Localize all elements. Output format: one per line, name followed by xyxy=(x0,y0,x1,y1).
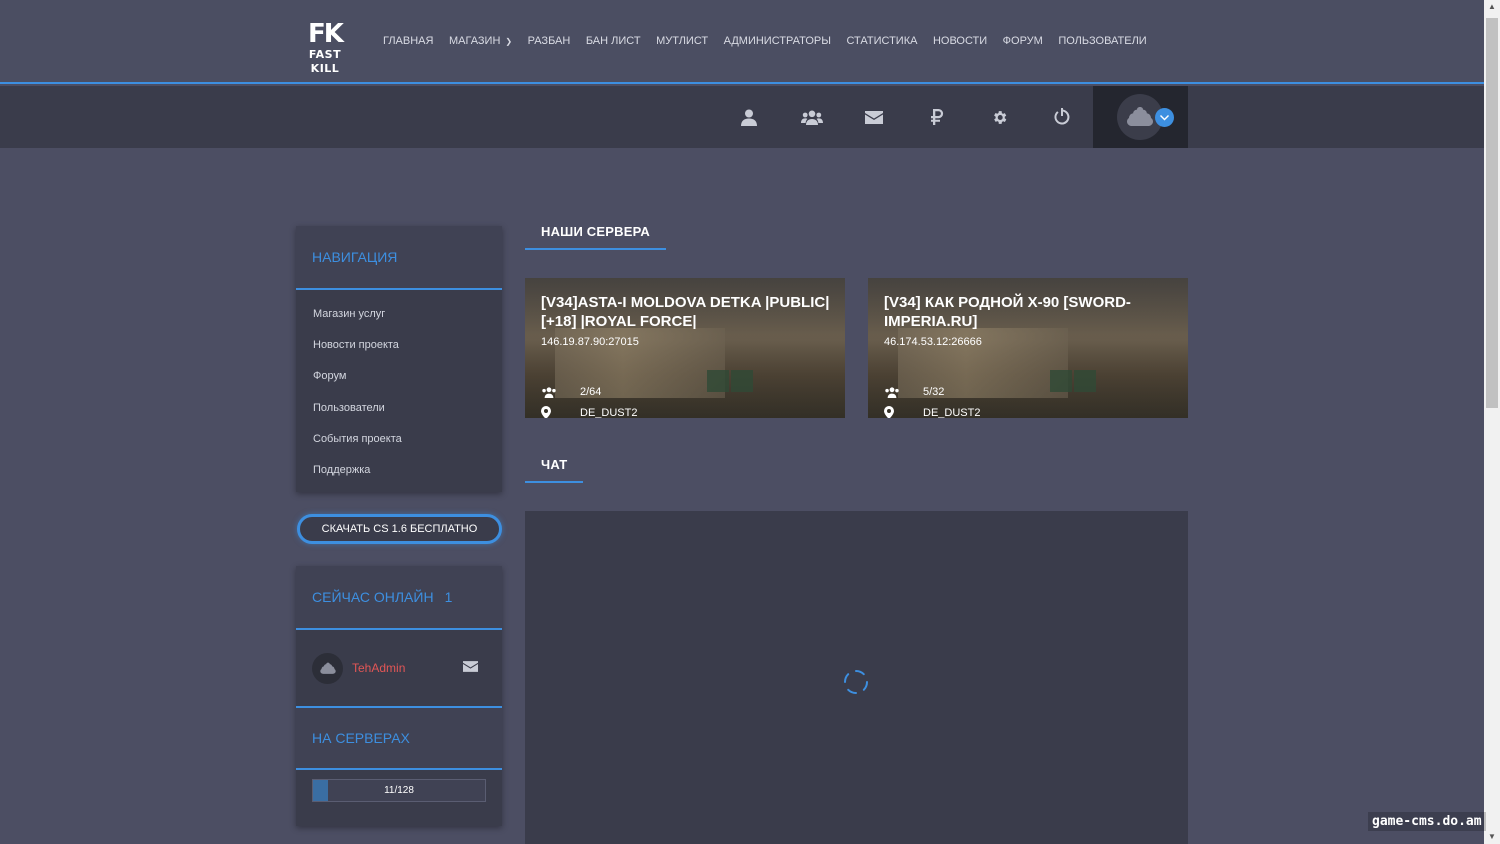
menu-label: НОВОСТИ xyxy=(932,35,988,47)
menu-label: МАГАЗИН xyxy=(448,35,501,47)
user-toolbar xyxy=(0,86,1484,148)
logo-word: FAST KILL xyxy=(308,48,342,75)
scrollbar-thumb[interactable] xyxy=(1486,18,1498,408)
logo-mark: FK xyxy=(308,19,344,49)
avatar[interactable] xyxy=(312,652,343,684)
menu-item-home[interactable]: ГЛАВНАЯ xyxy=(383,35,433,47)
servers-title: НАШИ СЕРВЕРА xyxy=(525,224,666,250)
menu-label: РАЗБАН xyxy=(527,35,571,47)
menu-item-admins[interactable]: АДМИНИСТРАТОРЫ xyxy=(724,35,831,47)
power-icon[interactable] xyxy=(1051,106,1073,128)
sidebar-item-events[interactable]: События проекта xyxy=(296,423,502,454)
server-card[interactable]: [V34] КАК РОДНОЙ X-90 [SWORD-IMPERIA.RU]… xyxy=(868,278,1188,418)
sidebar-item-users[interactable]: Пользователи xyxy=(296,392,502,423)
map-crate xyxy=(731,370,753,392)
menu-item-mutelist[interactable]: МУТЛИСТ xyxy=(656,35,708,47)
menu-item-unban[interactable]: РАЗБАН xyxy=(528,35,571,47)
users-icon[interactable] xyxy=(801,106,823,128)
envelope-icon[interactable] xyxy=(863,106,885,128)
menu-item-stats[interactable]: СТАТИСТИКА xyxy=(846,35,917,47)
scroll-down-icon[interactable]: ▼ xyxy=(1488,832,1496,841)
online-username[interactable]: TehAdmin xyxy=(352,661,405,675)
sidebar-item-news[interactable]: Новости проекта xyxy=(296,329,502,360)
map-marker-icon xyxy=(541,406,563,418)
account-menu[interactable] xyxy=(1093,86,1188,148)
menu-item-banlist[interactable]: БАН ЛИСТ xyxy=(586,35,641,47)
ruble-icon[interactable] xyxy=(926,106,948,128)
progress-text: 11/128 xyxy=(384,785,414,796)
online-count: 1 xyxy=(444,589,453,605)
menu-label: ПОЛЬЗОВАТЕЛИ xyxy=(1058,35,1147,47)
online-title-text: СЕЙЧАС ОНЛАЙН xyxy=(312,589,434,605)
server-map-row: DE_DUST2 xyxy=(541,406,637,418)
chat-title: ЧАТ xyxy=(525,457,584,483)
sidebar-item-forum[interactable]: Форум xyxy=(296,361,502,392)
user-icon[interactable] xyxy=(738,106,760,128)
site-logo[interactable]: FK FAST KILL xyxy=(296,19,354,75)
menu-item-forum[interactable]: ФОРУМ xyxy=(1003,35,1043,47)
menu-label: МУТЛИСТ xyxy=(656,35,709,47)
online-title: СЕЙЧАС ОНЛАЙН 1 xyxy=(296,566,502,630)
top-navbar: FK FAST KILL ГЛАВНАЯ МАГАЗИН ❯ РАЗБАН БАН… xyxy=(0,0,1484,84)
main-menu: ГЛАВНАЯ МАГАЗИН ❯ РАЗБАН БАН ЛИСТ МУТЛИСТ… xyxy=(383,35,1162,47)
chevron-down-icon[interactable] xyxy=(1155,108,1174,127)
chevron-down-icon: ❯ xyxy=(505,36,513,46)
server-name: [V34] КАК РОДНОЙ X-90 [SWORD-IMPERIA.RU] xyxy=(884,294,1131,330)
users-icon xyxy=(884,386,906,398)
server-map: DE_DUST2 xyxy=(580,406,638,419)
menu-label: АДМИНИСТРАТОРЫ xyxy=(723,35,831,47)
download-cs-button[interactable]: СКАЧАТЬ CS 1.6 БЕСПЛАТНО xyxy=(297,514,502,544)
map-crate xyxy=(1074,370,1096,392)
navigation-panel: НАВИГАЦИЯ Магазин услуг Новости проекта … xyxy=(296,226,502,492)
server-players: 5/32 xyxy=(923,386,945,398)
loading-spinner-icon xyxy=(843,669,869,695)
users-icon xyxy=(541,386,563,398)
server-ip[interactable]: 146.19.87.90:27015 xyxy=(541,336,639,348)
menu-label: БАН ЛИСТ xyxy=(585,35,641,47)
watermark: game-cms.do.am xyxy=(1368,812,1486,831)
players-progress: 11/128 xyxy=(312,779,486,802)
menu-label: СТАТИСТИКА xyxy=(846,35,918,47)
menu-item-news[interactable]: НОВОСТИ xyxy=(933,35,987,47)
map-crate xyxy=(707,370,729,392)
server-map-row: DE_DUST2 xyxy=(884,406,980,418)
page-scrollbar[interactable]: ▲ ▼ xyxy=(1484,0,1500,844)
on-servers-body: 11/128 xyxy=(296,770,502,822)
server-players-row: 2/64 xyxy=(541,386,601,398)
menu-label: ГЛАВНАЯ xyxy=(383,35,434,47)
online-user-row: TehAdmin xyxy=(296,630,502,708)
map-crate xyxy=(1050,370,1072,392)
envelope-icon[interactable] xyxy=(463,659,478,677)
navigation-list: Магазин услуг Новости проекта Форум Поль… xyxy=(296,290,502,486)
online-panel: СЕЙЧАС ОНЛАЙН 1 TehAdmin НА СЕРВЕРАХ 11/… xyxy=(296,566,502,826)
sidebar-item-shop[interactable]: Магазин услуг xyxy=(296,298,502,329)
menu-item-shop[interactable]: МАГАЗИН ❯ xyxy=(449,35,512,47)
navigation-title: НАВИГАЦИЯ xyxy=(296,226,502,290)
server-card[interactable]: [V34]ASTA-I MOLDOVA DETKA |PUBLIC| [+18]… xyxy=(525,278,845,418)
on-servers-title: НА СЕРВЕРАХ xyxy=(296,708,502,770)
scroll-up-icon[interactable]: ▲ xyxy=(1488,2,1496,11)
server-map: DE_DUST2 xyxy=(923,406,981,419)
server-name: [V34]ASTA-I MOLDOVA DETKA |PUBLIC| [+18]… xyxy=(541,294,830,330)
menu-item-users[interactable]: ПОЛЬЗОВАТЕЛИ xyxy=(1058,35,1146,47)
gear-icon[interactable] xyxy=(988,106,1010,128)
map-marker-icon xyxy=(884,406,906,418)
server-players-row: 5/32 xyxy=(884,386,944,398)
sidebar-item-support[interactable]: Поддержка xyxy=(296,454,502,485)
server-players: 2/64 xyxy=(580,386,602,398)
server-ip[interactable]: 46.174.53.12:26666 xyxy=(884,336,982,348)
menu-label: ФОРУМ xyxy=(1002,35,1043,47)
